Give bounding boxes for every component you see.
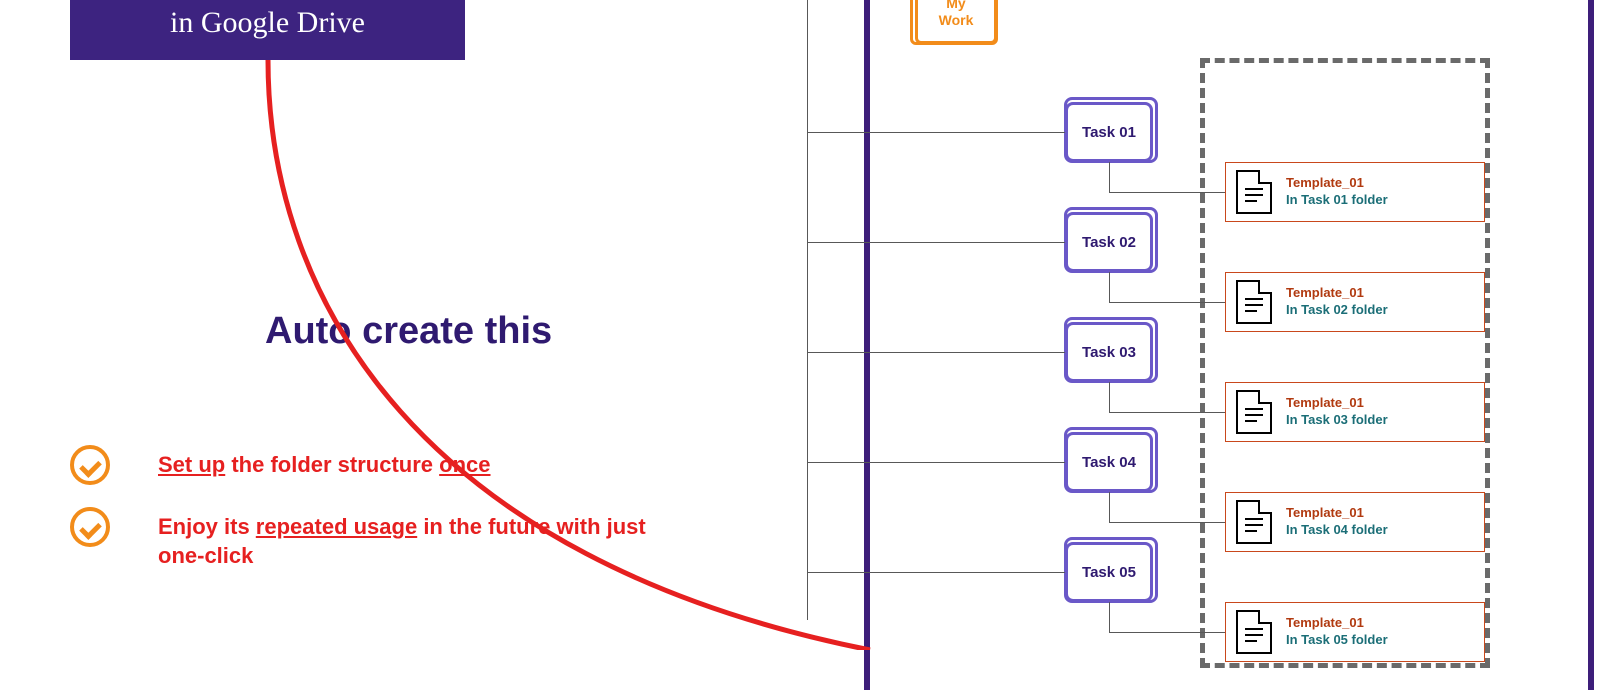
- title-text: in Google Drive: [170, 6, 365, 40]
- task-folder-label: Task 03: [1082, 344, 1136, 361]
- template-sub: In Task 01 folder: [1286, 192, 1388, 209]
- bullet-row: Set up the folder structure once: [70, 445, 690, 485]
- bullet-underline: Set up: [158, 452, 225, 477]
- connector-line: [1109, 412, 1229, 413]
- connector-line: [1109, 162, 1110, 192]
- template-sub: In Task 05 folder: [1286, 632, 1388, 649]
- template-text: Template_01 In Task 04 folder: [1286, 505, 1388, 539]
- connector-line: [807, 462, 1065, 463]
- connector-line: [807, 572, 1065, 573]
- template-text: Template_01 In Task 03 folder: [1286, 395, 1388, 429]
- connector-line: [807, 352, 1065, 353]
- bullet-row: Enjoy its repeated usage in the future w…: [70, 507, 690, 570]
- task-folder: Task 03: [1065, 322, 1153, 382]
- task-folder: Task 02: [1065, 212, 1153, 272]
- template-box: Template_01 In Task 04 folder: [1225, 492, 1485, 552]
- template-box: Template_01 In Task 05 folder: [1225, 602, 1485, 662]
- bullet-underline: once: [439, 452, 490, 477]
- title-box: in Google Drive: [70, 0, 465, 60]
- template-sub: In Task 02 folder: [1286, 302, 1388, 319]
- template-text: Template_01 In Task 02 folder: [1286, 285, 1388, 319]
- template-text: Template_01 In Task 01 folder: [1286, 175, 1388, 209]
- template-text: Template_01 In Task 05 folder: [1286, 615, 1388, 649]
- template-name: Template_01: [1286, 175, 1388, 192]
- task-folder-label: Task 04: [1082, 454, 1136, 471]
- template-name: Template_01: [1286, 395, 1388, 412]
- bullet-text: Enjoy its repeated usage in the future w…: [158, 507, 690, 570]
- template-box: Template_01 In Task 03 folder: [1225, 382, 1485, 442]
- task-folder-label: Task 02: [1082, 234, 1136, 251]
- folder-tree: My Work Task 01 Task 02 Task 03 Task 04 …: [780, 0, 1600, 680]
- root-folder-label: My Work: [939, 0, 974, 29]
- task-folder: Task 04: [1065, 432, 1153, 492]
- task-folder-label: Task 05: [1082, 564, 1136, 581]
- middle-heading: Auto create this: [265, 310, 552, 353]
- task-folder-label: Task 01: [1082, 124, 1136, 141]
- connector-line: [1109, 492, 1110, 522]
- template-sub: In Task 03 folder: [1286, 412, 1388, 429]
- connector-line: [1109, 602, 1110, 632]
- template-name: Template_01: [1286, 505, 1388, 522]
- root-folder: My Work: [915, 0, 997, 44]
- template-sub: In Task 04 folder: [1286, 522, 1388, 539]
- connector-line: [807, 242, 1065, 243]
- connector-line: [1109, 272, 1110, 302]
- connector-line: [1109, 632, 1229, 633]
- document-icon: [1236, 390, 1272, 434]
- connector-line: [807, 0, 808, 620]
- dashed-container: [1200, 58, 1490, 668]
- check-icon: [70, 507, 110, 547]
- connector-line: [1109, 382, 1110, 412]
- check-icon: [70, 445, 110, 485]
- template-name: Template_01: [1286, 615, 1388, 632]
- bullet-underline: repeated usage: [256, 514, 417, 539]
- document-icon: [1236, 280, 1272, 324]
- bullet-text: Set up the folder structure once: [158, 445, 491, 480]
- connector-line: [1109, 302, 1229, 303]
- document-icon: [1236, 500, 1272, 544]
- document-icon: [1236, 170, 1272, 214]
- task-folder: Task 01: [1065, 102, 1153, 162]
- template-box: Template_01 In Task 01 folder: [1225, 162, 1485, 222]
- template-box: Template_01 In Task 02 folder: [1225, 272, 1485, 332]
- template-name: Template_01: [1286, 285, 1388, 302]
- bullets-list: Set up the folder structure once Enjoy i…: [70, 445, 690, 592]
- connector-line: [1109, 522, 1229, 523]
- document-icon: [1236, 610, 1272, 654]
- connector-line: [807, 132, 1065, 133]
- connector-line: [1109, 192, 1229, 193]
- task-folder: Task 05: [1065, 542, 1153, 602]
